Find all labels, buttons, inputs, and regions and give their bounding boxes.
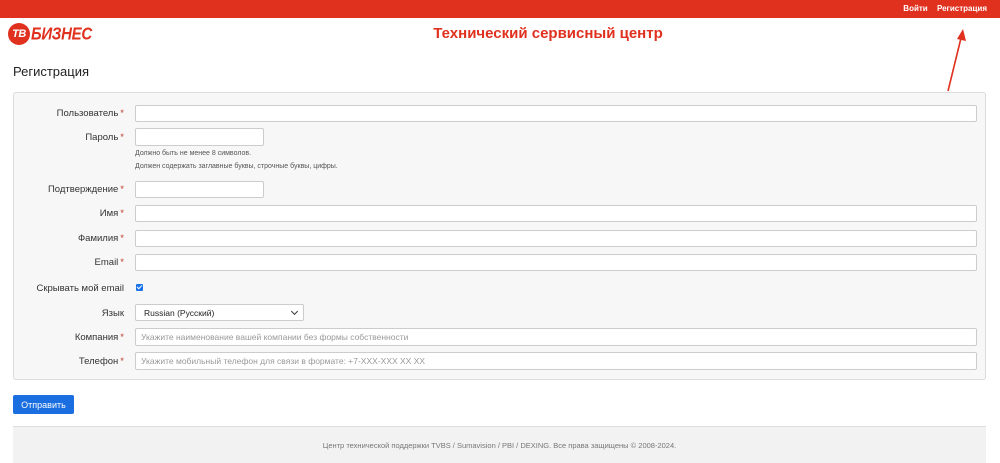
confirm-label: Подтверждение * (47, 184, 124, 195)
phone-input[interactable]: Укажите мобильный телефон для связи в фо… (135, 352, 977, 370)
language-value: Russian (Русский) (144, 308, 215, 318)
top-bar: Войти Регистрация (0, 0, 1000, 18)
email-label: Email * (94, 257, 124, 268)
submit-button[interactable]: Отправить (13, 395, 74, 414)
hide-email-label: Скрывать мой email (36, 283, 124, 294)
footer-text: Центр технической поддержки TVBS / Sumav… (322, 441, 677, 450)
password-label: Пароль * (85, 132, 124, 143)
confirm-input[interactable] (135, 181, 264, 198)
chevron-down-icon (290, 307, 299, 316)
password-input[interactable] (135, 128, 264, 146)
registration-form: Пользователь * Пароль * Должно быть не мен… (13, 92, 986, 380)
username-input[interactable] (135, 105, 977, 122)
login-link[interactable]: Войти (903, 4, 927, 13)
site-title: Технический сервисный центр (433, 25, 663, 42)
hide-email-checkbox[interactable] (136, 284, 143, 291)
lastname-label: Фамилия * (77, 233, 124, 244)
phone-label: Телефон * (78, 356, 124, 367)
language-label: Язык (101, 308, 124, 319)
company-input[interactable]: Укажите наименование вашей компании без … (135, 328, 977, 346)
password-hint-chars: Должен содержать заглавные буквы, строчн… (135, 163, 338, 170)
firstname-label: Имя * (99, 208, 124, 219)
email-input[interactable] (135, 254, 977, 271)
lastname-input[interactable] (135, 230, 977, 247)
top-links: Войти Регистрация (896, 4, 987, 13)
firstname-input[interactable] (135, 205, 977, 222)
register-link[interactable]: Регистрация (937, 4, 987, 13)
username-label: Пользователь * (56, 108, 124, 119)
language-select[interactable]: Russian (Русский) (135, 304, 304, 321)
footer: Центр технической поддержки TVBS / Sumav… (13, 426, 986, 463)
page-title: Регистрация (13, 64, 89, 79)
password-hint-length: Должно быть не менее 8 символов. (135, 150, 252, 157)
company-label: Компания * (74, 332, 124, 343)
arrow-annotation-icon (947, 29, 966, 92)
